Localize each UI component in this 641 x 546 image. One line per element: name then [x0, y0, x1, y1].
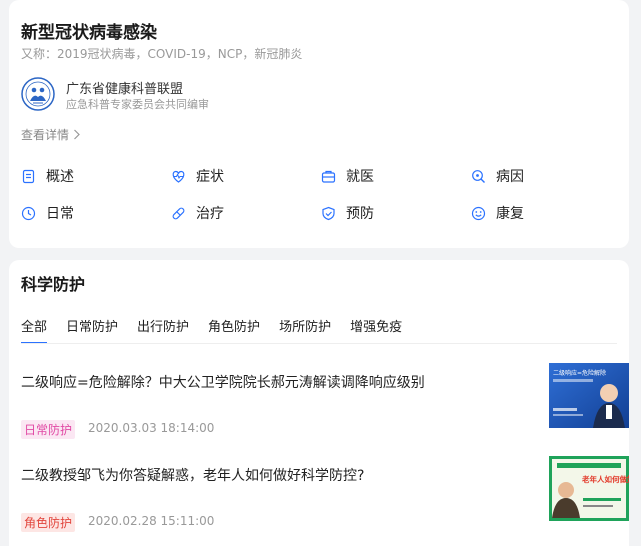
protection-tabs: 全部 日常防护 出行防护 角色防护 场所防护 增强免疫 — [21, 316, 402, 344]
view-details-link[interactable]: 查看详情 — [21, 126, 81, 143]
topic-label: 症状 — [196, 169, 224, 185]
overview-card: 新型冠状病毒感染 又称：2019冠状病毒，COVID-19，NCP，新冠肺炎 广… — [9, 0, 629, 248]
view-details-label: 查看详情 — [21, 128, 70, 142]
topic-seek-medical[interactable]: 就医 — [321, 166, 374, 186]
article-thumbnail: 老年人如何做好科学防控 — [549, 456, 629, 521]
article-date: 2020.02.28 15:11:00 — [88, 514, 215, 528]
article-thumbnail: 二级响应=危险解除 — [549, 363, 629, 428]
article-date: 2020.03.03 18:14:00 — [88, 421, 215, 435]
topic-label: 日常 — [46, 206, 74, 222]
tabs-divider — [21, 343, 617, 344]
heart-pulse-icon — [172, 170, 185, 183]
document-icon — [22, 169, 35, 183]
topic-overview[interactable]: 概述 — [21, 166, 74, 186]
alias-text: 又称：2019冠状病毒，COVID-19，NCP，新冠肺炎 — [21, 47, 303, 61]
article-title: 二级响应=危险解除？中大公卫学院院长郝元涛解读调降响应级别 — [21, 375, 425, 391]
topic-label: 就医 — [346, 169, 374, 185]
topic-symptoms[interactable]: 症状 — [171, 166, 224, 186]
topic-label: 康复 — [496, 206, 524, 222]
article-tag: 角色防护 — [21, 513, 76, 532]
smile-icon — [471, 206, 486, 220]
page-title: 新型冠状病毒感染 — [21, 23, 157, 43]
topic-prevention[interactable]: 预防 — [321, 203, 374, 223]
topic-label: 预防 — [346, 206, 374, 222]
organization-subtitle: 应急科普专家委员会共同编审 — [66, 98, 209, 111]
topic-grid: 概述 症状 就医 病因 日常 治疗 预防 康复 — [21, 160, 617, 240]
search-icon — [472, 169, 485, 183]
organization-logo — [21, 77, 55, 111]
topic-label: 概述 — [46, 169, 74, 185]
topic-label: 病因 — [496, 169, 524, 185]
topic-cause[interactable]: 病因 — [471, 166, 524, 186]
medical-kit-icon — [321, 170, 336, 183]
tab-all[interactable]: 全部 — [21, 316, 48, 344]
thumbnail-caption: 二级响应=危险解除 — [553, 369, 606, 377]
tab-venue-protection[interactable]: 场所防护 — [279, 316, 331, 344]
tab-daily-protection[interactable]: 日常防护 — [66, 316, 118, 344]
clock-icon — [21, 206, 36, 220]
tab-immunity[interactable]: 增强免疫 — [350, 316, 402, 344]
topic-treatment[interactable]: 治疗 — [171, 203, 224, 223]
topic-daily[interactable]: 日常 — [21, 203, 74, 223]
article-item[interactable]: 二级教授邹飞为你答疑解惑，老年人如何做好科学防控? 角色防护 2020.02.2… — [21, 456, 629, 537]
tab-travel-protection[interactable]: 出行防护 — [137, 316, 189, 344]
tab-role-protection[interactable]: 角色防护 — [208, 316, 260, 344]
topic-label: 治疗 — [196, 206, 224, 222]
pill-icon — [172, 207, 185, 219]
article-tag: 日常防护 — [21, 420, 76, 439]
thumbnail-caption: 老年人如何做好科学防控 — [581, 474, 629, 484]
topic-recovery[interactable]: 康复 — [471, 203, 524, 223]
chevron-right-icon — [74, 129, 80, 140]
protection-card: 科学防护 全部 日常防护 出行防护 角色防护 场所防护 增强免疫 二级响应=危险… — [9, 260, 629, 546]
section-title: 科学防护 — [21, 275, 86, 294]
organization-name: 广东省健康科普联盟 — [66, 82, 184, 97]
shield-icon — [322, 206, 335, 220]
article-title: 二级教授邹飞为你答疑解惑，老年人如何做好科学防控? — [21, 468, 365, 484]
article-item[interactable]: 二级响应=危险解除？中大公卫学院院长郝元涛解读调降响应级别 日常防护 2020.… — [21, 363, 629, 444]
